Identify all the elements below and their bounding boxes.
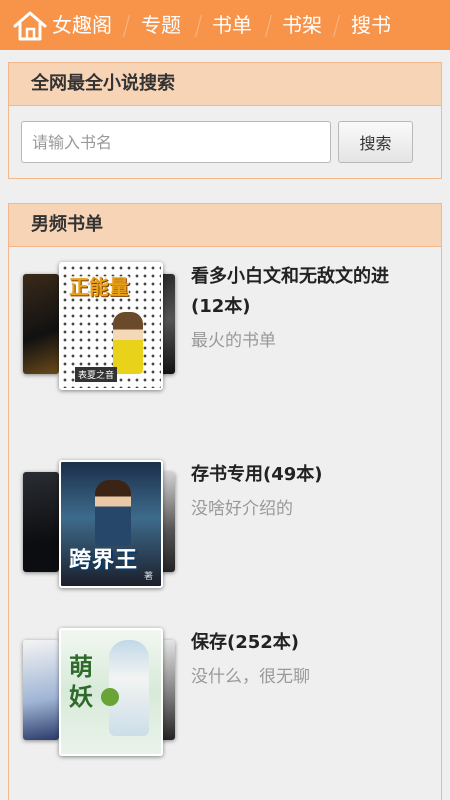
cover-stack: 跨界王 著 xyxy=(21,460,191,590)
home-logo-link[interactable]: 女趣阁 xyxy=(10,0,115,50)
cover-title: 萌妖 xyxy=(69,653,93,711)
booklist-panel: 男频书单 正能量 表夏之音 看多小白文和无敌文的进(12本) 最火的书单 跨界王… xyxy=(8,203,442,800)
cover-figure xyxy=(95,480,131,546)
book-cover: 萌妖 xyxy=(59,628,163,756)
booklist-panel-title: 男频书单 xyxy=(9,204,441,247)
search-panel: 全网最全小说搜索 搜索 xyxy=(8,62,442,179)
nav-item-topics[interactable]: 专题 xyxy=(141,0,181,50)
cover-figure xyxy=(113,312,143,374)
nav-separator xyxy=(265,15,272,37)
nav-item-bookshelf[interactable]: 书架 xyxy=(282,0,322,50)
nav-item-booklists[interactable]: 书单 xyxy=(212,0,252,50)
home-icon xyxy=(13,11,47,41)
cover-stack: 正能量 表夏之音 xyxy=(21,262,191,392)
booklist-item[interactable]: 正能量 表夏之音 看多小白文和无敌文的进(12本) 最火的书单 xyxy=(9,262,441,412)
book-cover-back-left xyxy=(23,640,59,740)
booklist-item[interactable]: 萌妖 保存(252本) 没什么，很无聊 xyxy=(9,628,441,778)
cover-figure xyxy=(109,640,149,736)
booklist-item-title: 看多小白文和无敌文的进(12本) xyxy=(191,266,389,317)
cover-title: 正能量 xyxy=(69,275,129,299)
booklist-item-title: 存书专用(49本) xyxy=(191,464,323,485)
booklist-item-title: 保存(252本) xyxy=(191,632,300,653)
logo-text: 女趣阁 xyxy=(52,13,112,37)
search-button[interactable]: 搜索 xyxy=(338,121,413,163)
cover-footer: 著 xyxy=(143,572,153,582)
book-search-input[interactable] xyxy=(21,121,331,163)
cover-footer: 表夏之音 xyxy=(75,367,118,382)
nav-item-search-books[interactable]: 搜书 xyxy=(351,0,391,50)
booklist-item-desc: 没啥好介绍的 xyxy=(191,499,293,519)
book-cover: 跨界王 著 xyxy=(59,460,163,588)
cover-title: 跨界王 xyxy=(69,548,139,573)
search-panel-title: 全网最全小说搜索 xyxy=(9,63,441,106)
book-cover: 正能量 表夏之音 xyxy=(59,262,163,390)
booklist-item-desc: 没什么，很无聊 xyxy=(191,667,310,687)
nav-separator xyxy=(333,15,340,37)
top-nav-bar: 女趣阁 专题 书单 书架 搜书 xyxy=(0,0,450,50)
book-cover-back-left xyxy=(23,274,59,374)
cover-seal xyxy=(101,688,119,706)
nav-separator xyxy=(195,15,202,37)
booklist-item-desc: 最火的书单 xyxy=(191,331,276,351)
book-cover-back-left xyxy=(23,472,59,572)
cover-stack: 萌妖 xyxy=(21,628,191,758)
nav-separator xyxy=(123,15,130,37)
booklist-item[interactable]: 跨界王 著 存书专用(49本) 没啥好介绍的 xyxy=(9,460,441,610)
